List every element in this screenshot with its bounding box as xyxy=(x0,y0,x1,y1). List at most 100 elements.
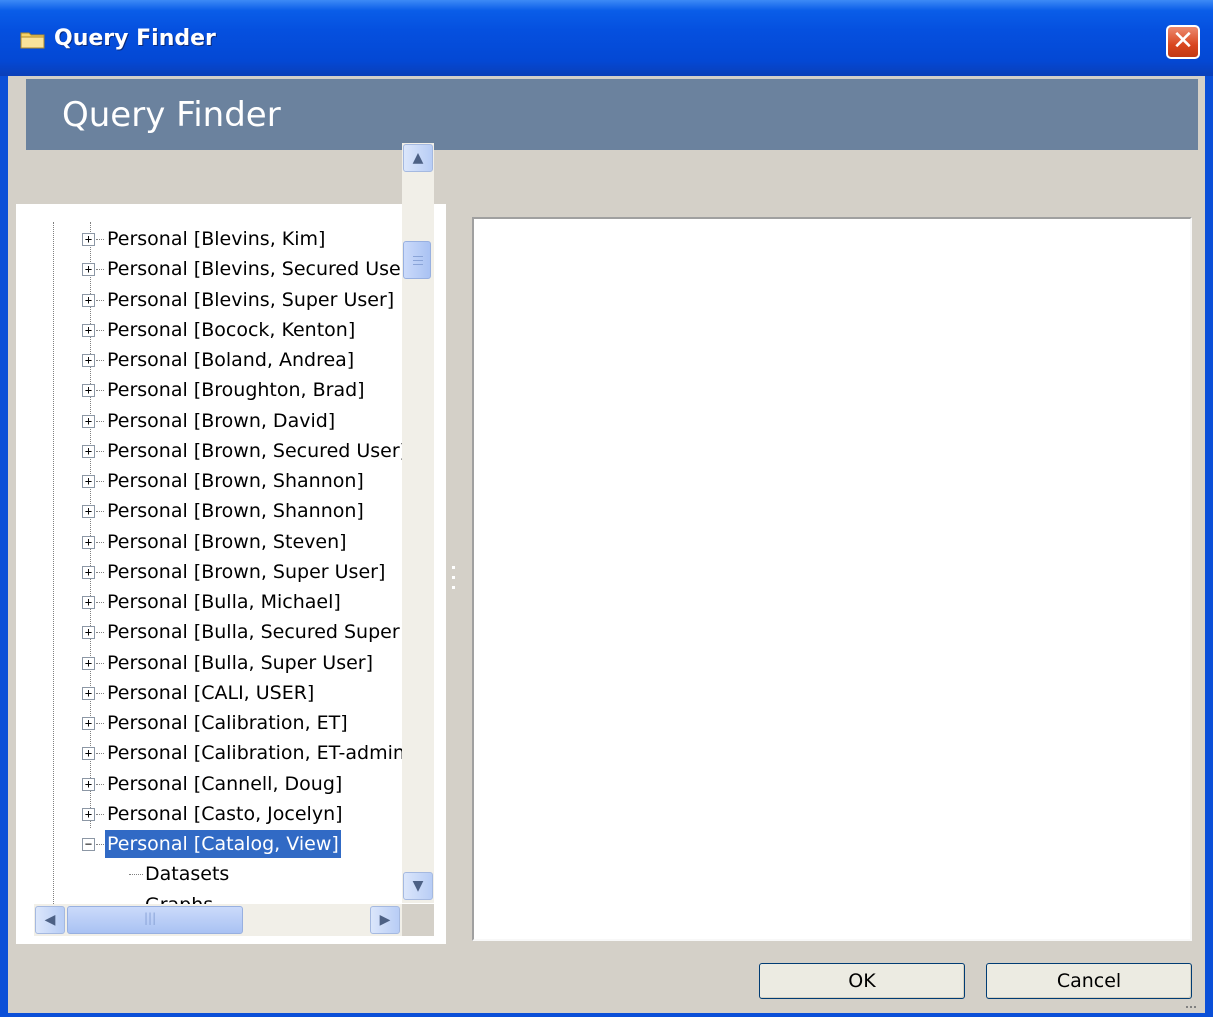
expand-icon[interactable]: + xyxy=(82,807,95,821)
ok-button[interactable]: OK xyxy=(759,963,965,999)
tree-item[interactable]: + Personal [Boland, Andrea] xyxy=(80,345,402,375)
scroll-right-button[interactable]: ▶ xyxy=(370,906,400,934)
pane-splitter[interactable] xyxy=(446,204,462,944)
tree-child-label: Graphs xyxy=(145,891,213,905)
tree-item[interactable]: + Personal [Bulla, Super User] xyxy=(80,648,402,678)
scrollbar-corner xyxy=(402,904,434,936)
resize-grip[interactable] xyxy=(1186,1006,1196,1012)
expand-icon[interactable]: + xyxy=(82,717,95,730)
tree-connector xyxy=(96,662,104,664)
tree-item[interactable]: + Personal [Blevins, Secured User] xyxy=(80,254,402,284)
tree-item[interactable]: + Personal [Brown, Shannon] xyxy=(80,466,402,496)
grip-line xyxy=(413,256,423,257)
tree-item-label: Personal [Brown, Steven] xyxy=(107,530,347,553)
chevron-right-icon: ▶ xyxy=(379,912,391,928)
tree-item[interactable]: + Personal [Brown, Steven] xyxy=(80,527,402,557)
expand-icon[interactable]: + xyxy=(82,565,95,579)
page-title: Query Finder xyxy=(62,95,281,135)
tree-item[interactable]: + Personal [Casto, Jocelyn] xyxy=(80,799,402,829)
tree-connector xyxy=(96,692,104,694)
expand-icon[interactable]: + xyxy=(82,535,95,549)
tree-item-label: Personal [Brown, Super User] xyxy=(107,560,386,583)
expand-icon[interactable]: + xyxy=(82,293,95,307)
expand-icon[interactable]: + xyxy=(82,596,95,609)
tree-child-label: Datasets xyxy=(145,863,230,886)
tree-item-label: Personal [Calibration, ET] xyxy=(107,712,348,734)
tree-connector xyxy=(96,571,104,573)
expand-icon[interactable]: + xyxy=(82,747,95,761)
cancel-button-label: Cancel xyxy=(1056,970,1122,992)
tree-item[interactable]: + Personal [Bocock, Kenton] xyxy=(80,315,402,345)
expand-icon[interactable]: + xyxy=(82,263,95,277)
scroll-up-button[interactable]: ▲ xyxy=(403,144,433,172)
folder-icon xyxy=(20,32,45,49)
tree-child-item[interactable]: Datasets xyxy=(129,859,402,889)
tree-connector xyxy=(96,602,104,603)
expand-icon[interactable]: + xyxy=(82,354,95,367)
splitter-grip-dot xyxy=(452,586,455,589)
cancel-button[interactable]: Cancel xyxy=(986,963,1192,999)
vertical-scrollbar[interactable]: ▲ ▼ xyxy=(402,143,434,903)
grip-icon: ||| xyxy=(144,911,157,925)
tree-item-label: Personal [Bocock, Kenton] xyxy=(107,318,356,341)
expand-icon[interactable]: + xyxy=(82,656,95,670)
tree-item[interactable]: + Personal [Broughton, Brad] xyxy=(80,375,402,405)
tree-item-label: Personal [Calibration, ET-admin] xyxy=(107,742,402,765)
close-button[interactable]: ✕ xyxy=(1166,25,1200,59)
tree-connector xyxy=(96,360,104,361)
expand-icon[interactable]: + xyxy=(82,777,95,791)
tree-connector xyxy=(96,239,104,240)
grip-line xyxy=(413,260,423,261)
tree-item[interactable]: + Personal [Brown, David] xyxy=(80,406,402,436)
tree-item-label: Personal [Boland, Andrea] xyxy=(107,349,355,371)
preview-pane[interactable] xyxy=(472,217,1192,941)
horizontal-scroll-thumb[interactable]: ||| xyxy=(67,906,243,934)
tree-connector xyxy=(96,723,104,724)
tree-item[interactable]: + Personal [Cannell, Doug] xyxy=(80,769,402,799)
expand-icon[interactable]: + xyxy=(82,686,95,700)
window-title: Query Finder xyxy=(54,26,216,51)
tree-connector xyxy=(96,541,104,543)
expand-icon[interactable]: + xyxy=(82,626,95,640)
collapse-icon[interactable]: − xyxy=(82,838,95,851)
expand-icon[interactable]: + xyxy=(82,384,95,398)
expand-icon[interactable]: + xyxy=(82,444,95,458)
tree-item-label: Personal [Bulla, Secured Super U xyxy=(107,621,402,644)
tree-child-item[interactable]: Graphs xyxy=(129,890,402,905)
query-tree[interactable]: + Personal [Blevins, Kim] + Personal [Blevi… xyxy=(34,222,402,904)
tree-connector xyxy=(96,753,104,755)
expand-icon[interactable]: + xyxy=(82,414,95,428)
tree-item[interactable]: + Personal [CALI, USER] xyxy=(80,678,402,708)
tree-item[interactable]: + Personal [Calibration, ET] xyxy=(80,708,402,738)
scroll-down-button[interactable]: ▼ xyxy=(403,872,433,900)
tree-item-label: Personal [Blevins, Secured User] xyxy=(107,258,402,281)
chevron-left-icon: ◀ xyxy=(44,912,56,928)
tree-item-label: Personal [Brown, Shannon] xyxy=(107,500,364,523)
tree-item[interactable]: − Personal [Catalog, View] xyxy=(80,829,402,859)
ok-button-label: OK xyxy=(848,970,876,992)
expand-icon[interactable]: + xyxy=(82,323,95,337)
tree-item-label: Personal [Brown, David] xyxy=(107,409,336,432)
tree-item[interactable]: + Personal [Brown, Secured User] xyxy=(80,436,402,466)
tree-connector xyxy=(129,874,143,876)
expand-icon[interactable]: + xyxy=(82,505,95,519)
close-icon: ✕ xyxy=(1172,26,1194,56)
expand-icon[interactable]: + xyxy=(82,475,95,488)
tree-item[interactable]: + Personal [Blevins, Super User] xyxy=(80,285,402,315)
chevron-down-icon: ▼ xyxy=(412,878,424,894)
title-bar[interactable]: Query Finder ✕ xyxy=(0,0,1213,76)
horizontal-scrollbar[interactable]: ◀ ||| ▶ xyxy=(34,904,402,936)
tree-connector xyxy=(96,329,104,331)
tree-item[interactable]: + Personal [Calibration, ET-admin] xyxy=(80,738,402,768)
expand-icon[interactable]: + xyxy=(82,233,95,246)
scroll-left-button[interactable]: ◀ xyxy=(35,906,65,934)
tree-item-label: Personal [Bulla, Michael] xyxy=(107,591,341,613)
header-banner: Query Finder xyxy=(26,79,1198,150)
tree-item[interactable]: + Personal [Blevins, Kim] xyxy=(80,224,402,254)
vertical-scroll-thumb[interactable] xyxy=(403,241,431,279)
tree-item[interactable]: + Personal [Brown, Shannon] xyxy=(80,496,402,526)
tree-item[interactable]: + Personal [Bulla, Michael] xyxy=(80,587,402,617)
tree-item[interactable]: + Personal [Bulla, Secured Super U xyxy=(80,617,402,647)
tree-item[interactable]: + Personal [Brown, Super User] xyxy=(80,557,402,587)
tree-connector xyxy=(96,783,104,785)
